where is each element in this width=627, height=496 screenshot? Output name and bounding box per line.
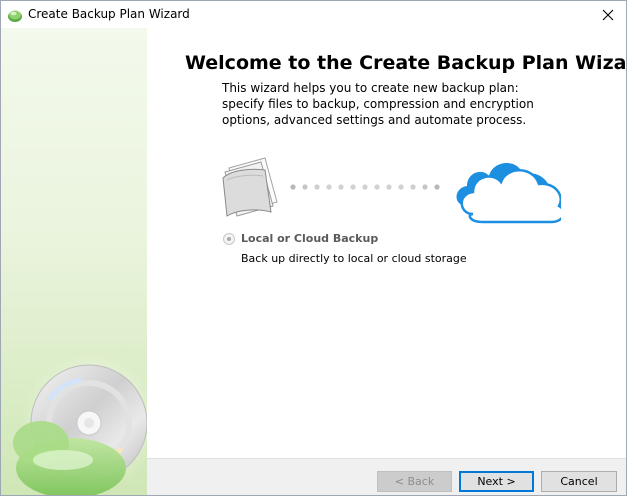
backup-app-icon bbox=[8, 10, 22, 22]
close-icon bbox=[602, 9, 614, 20]
option-subtitle: Back up directly to local or cloud stora… bbox=[241, 252, 467, 265]
wizard-window: Create Backup Plan Wizard Welcome to the… bbox=[0, 0, 627, 496]
wizard-content: Welcome to the Create Backup Plan Wizard… bbox=[147, 28, 627, 458]
back-button[interactable]: < Back bbox=[377, 471, 452, 492]
wizard-sidebar bbox=[1, 28, 147, 495]
title-bar: Create Backup Plan Wizard bbox=[1, 1, 626, 28]
close-button[interactable] bbox=[590, 1, 626, 28]
backup-illustration bbox=[222, 157, 561, 224]
cancel-button[interactable]: Cancel bbox=[541, 471, 617, 492]
next-button[interactable]: Next > bbox=[459, 471, 534, 492]
transfer-dots bbox=[290, 184, 440, 190]
option-title: Local or Cloud Backup bbox=[241, 232, 379, 245]
cloud-icon bbox=[456, 162, 561, 224]
page-description: This wizard helps you to create new back… bbox=[222, 81, 534, 127]
local-cloud-backup-radio[interactable] bbox=[223, 233, 235, 245]
option-local-cloud-backup[interactable]: Local or Cloud Backup Back up directly t… bbox=[223, 230, 583, 270]
wizard-footer: < Back Next > Cancel bbox=[147, 458, 626, 495]
page-title: Welcome to the Create Backup Plan Wizard bbox=[185, 52, 627, 74]
window-title: Create Backup Plan Wizard bbox=[28, 7, 190, 21]
cd-disc-graphic bbox=[13, 353, 147, 495]
documents-icon bbox=[222, 157, 278, 217]
